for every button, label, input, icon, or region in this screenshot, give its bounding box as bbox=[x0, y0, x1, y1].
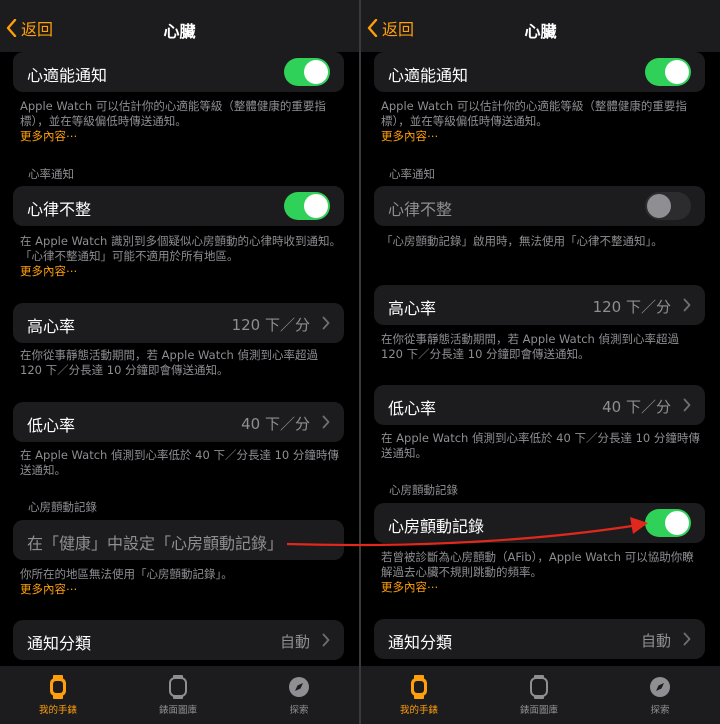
toggle-knob bbox=[665, 511, 689, 535]
irregular-rhythm-label: 心律不整 bbox=[388, 200, 453, 219]
toggle-knob bbox=[647, 194, 671, 218]
irregular-rhythm-toggle[interactable] bbox=[645, 192, 691, 220]
watch-face-icon bbox=[530, 675, 548, 699]
high-heart-rate-footer: 在你從事靜態活動期間，若 Apple Watch 偵測到心率超過 120 下／分… bbox=[20, 348, 319, 377]
section-header-afib: 心房顫動記錄 bbox=[28, 500, 97, 514]
footer-text: 若曾被診斷為心房顫動（AFib），Apple Watch 可以協助你瞭解過去心臟… bbox=[381, 550, 694, 579]
high-heart-rate-label: 高心率 bbox=[388, 299, 437, 318]
notification-category-row[interactable]: 通知分類 自動 bbox=[374, 619, 705, 659]
watch-icon bbox=[411, 675, 427, 699]
cardio-fitness-footer: Apple Watch 可以估計你的心適能等級（整體健康的重要指標），並在等級偏… bbox=[20, 99, 342, 144]
watch-face-icon bbox=[169, 675, 187, 699]
learn-more-link[interactable]: 更多內容⋯ bbox=[20, 264, 78, 278]
tab-bar: 我的手錶 錶面圖庫 探索 bbox=[0, 666, 359, 724]
learn-more-link[interactable]: 更多內容⋯ bbox=[381, 580, 439, 594]
tab-label: 探索 bbox=[289, 705, 309, 716]
compass-icon bbox=[650, 677, 670, 697]
chevron-right-icon bbox=[322, 633, 330, 647]
tab-my-watch[interactable]: 我的手錶 bbox=[374, 674, 464, 716]
notification-category-row[interactable]: 通知分類 自動 bbox=[13, 620, 344, 660]
irregular-rhythm-row: 心律不整 bbox=[13, 186, 344, 226]
toggle-knob bbox=[304, 60, 328, 84]
cardio-fitness-footer: Apple Watch 可以估計你的心適能等級（整體健康的重要指標），並在等級偏… bbox=[381, 99, 703, 144]
cardio-fitness-label: 心適能通知 bbox=[388, 66, 469, 85]
watch-icon bbox=[50, 675, 66, 699]
irregular-rhythm-label: 心律不整 bbox=[27, 200, 92, 219]
high-heart-rate-footer: 在你從事靜態活動期間，若 Apple Watch 偵測到心率超過 120 下／分… bbox=[381, 332, 680, 361]
irregular-rhythm-footer: 在 Apple Watch 識別到多個疑似心房顫動的心律時收到通知。「心律不整通… bbox=[20, 234, 342, 279]
afib-history-label: 心房顫動記錄 bbox=[388, 517, 485, 536]
cardio-fitness-row: 心適能通知 bbox=[374, 52, 705, 92]
notification-category-label: 通知分類 bbox=[27, 634, 92, 653]
section-header-afib: 心房顫動記錄 bbox=[389, 483, 458, 497]
tab-bar: 我的手錶 錶面圖庫 探索 bbox=[361, 666, 720, 724]
tab-label: 錶面圖庫 bbox=[519, 705, 558, 716]
low-heart-rate-footer: 在 Apple Watch 偵測到心率低於 40 下／分長達 10 分鐘時傳送通… bbox=[20, 448, 339, 477]
high-heart-rate-value: 120 下／分 bbox=[592, 298, 671, 316]
section-header-heart-rate: 心率通知 bbox=[389, 167, 435, 181]
tab-discover[interactable]: 探索 bbox=[254, 674, 344, 716]
high-heart-rate-label: 高心率 bbox=[27, 317, 76, 336]
chevron-right-icon bbox=[683, 398, 691, 412]
afib-setup-label: 在「健康」中設定「心房顫動記錄」 bbox=[27, 534, 284, 553]
footer-text: Apple Watch 可以估計你的心適能等級（整體健康的重要指標），並在等級偏… bbox=[381, 99, 687, 128]
learn-more-link[interactable]: 更多內容⋯ bbox=[20, 582, 78, 596]
settings-panel-after: 返回 心臟 心適能通知 Apple Watch 可以估計你的心適能等級（整體健康… bbox=[361, 0, 720, 724]
low-heart-rate-row[interactable]: 低心率 40 下／分 bbox=[374, 385, 705, 425]
afib-footer: 你所在的地區無法使用「心房顫動記錄」。 更多內容⋯ bbox=[20, 567, 342, 597]
notification-category-label: 通知分類 bbox=[388, 633, 453, 652]
chevron-right-icon bbox=[683, 632, 691, 646]
low-heart-rate-value: 40 下／分 bbox=[602, 398, 671, 416]
section-header-heart-rate: 心率通知 bbox=[28, 167, 74, 181]
navigation-bar: 返回 心臟 bbox=[0, 0, 359, 52]
toggle-knob bbox=[304, 194, 328, 218]
tab-label: 探索 bbox=[650, 705, 670, 716]
irregular-rhythm-toggle[interactable] bbox=[284, 192, 330, 220]
afib-footer: 若曾被診斷為心房顫動（AFib），Apple Watch 可以協助你瞭解過去心臟… bbox=[381, 550, 703, 595]
cardio-fitness-label: 心適能通知 bbox=[27, 66, 108, 85]
chevron-right-icon bbox=[683, 298, 691, 312]
afib-history-toggle[interactable] bbox=[645, 509, 691, 537]
learn-more-link[interactable]: 更多內容⋯ bbox=[20, 129, 78, 143]
low-heart-rate-label: 低心率 bbox=[388, 399, 437, 418]
page-title: 心臟 bbox=[524, 22, 557, 41]
cardio-fitness-toggle[interactable] bbox=[645, 58, 691, 86]
notification-category-value: 自動 bbox=[640, 632, 671, 650]
page-title: 心臟 bbox=[163, 22, 196, 41]
high-heart-rate-row[interactable]: 高心率 120 下／分 bbox=[13, 303, 344, 343]
footer-text: 在 Apple Watch 識別到多個疑似心房顫動的心律時收到通知。「心律不整通… bbox=[20, 234, 342, 263]
navigation-bar: 返回 心臟 bbox=[361, 0, 720, 52]
cardio-fitness-row: 心適能通知 bbox=[13, 52, 344, 92]
footer-text: 你所在的地區無法使用「心房顫動記錄」。 bbox=[20, 567, 233, 581]
high-heart-rate-row[interactable]: 高心率 120 下／分 bbox=[374, 285, 705, 325]
footer-text: Apple Watch 可以估計你的心適能等級（整體健康的重要指標），並在等級偏… bbox=[20, 99, 326, 128]
irregular-rhythm-footer: 「心房顫動記錄」啟用時，無法使用「心律不整通知」。 bbox=[381, 234, 663, 248]
settings-list: 心適能通知 Apple Watch 可以估計你的心適能等級（整體健康的重要指標）… bbox=[0, 52, 359, 666]
settings-panel-before: 返回 心臟 心適能通知 Apple Watch 可以估計你的心適能等級（整體健康… bbox=[0, 0, 359, 724]
toggle-knob bbox=[665, 60, 689, 84]
afib-setup-row[interactable]: 在「健康」中設定「心房顫動記錄」 bbox=[13, 520, 344, 560]
low-heart-rate-label: 低心率 bbox=[27, 416, 76, 435]
chevron-right-icon bbox=[322, 316, 330, 330]
tab-label: 我的手錶 bbox=[399, 705, 438, 716]
tab-label: 錶面圖庫 bbox=[158, 705, 197, 716]
low-heart-rate-footer: 在 Apple Watch 偵測到心率低於 40 下／分長達 10 分鐘時傳送通… bbox=[381, 431, 700, 460]
tab-label: 我的手錶 bbox=[38, 705, 77, 716]
tab-face-gallery[interactable]: 錶面圖庫 bbox=[133, 674, 223, 716]
tab-my-watch[interactable]: 我的手錶 bbox=[13, 674, 103, 716]
low-heart-rate-row[interactable]: 低心率 40 下／分 bbox=[13, 402, 344, 442]
afib-history-row: 心房顫動記錄 bbox=[374, 503, 705, 543]
irregular-rhythm-row: 心律不整 bbox=[374, 186, 705, 226]
tab-discover[interactable]: 探索 bbox=[615, 674, 705, 716]
settings-list: 心適能通知 Apple Watch 可以估計你的心適能等級（整體健康的重要指標）… bbox=[361, 52, 720, 666]
low-heart-rate-value: 40 下／分 bbox=[241, 415, 310, 433]
compass-icon bbox=[289, 677, 309, 697]
chevron-right-icon bbox=[322, 415, 330, 429]
notification-category-value: 自動 bbox=[279, 633, 310, 651]
high-heart-rate-value: 120 下／分 bbox=[231, 316, 310, 334]
learn-more-link[interactable]: 更多內容⋯ bbox=[381, 129, 439, 143]
cardio-fitness-toggle[interactable] bbox=[284, 58, 330, 86]
tab-face-gallery[interactable]: 錶面圖庫 bbox=[494, 674, 584, 716]
